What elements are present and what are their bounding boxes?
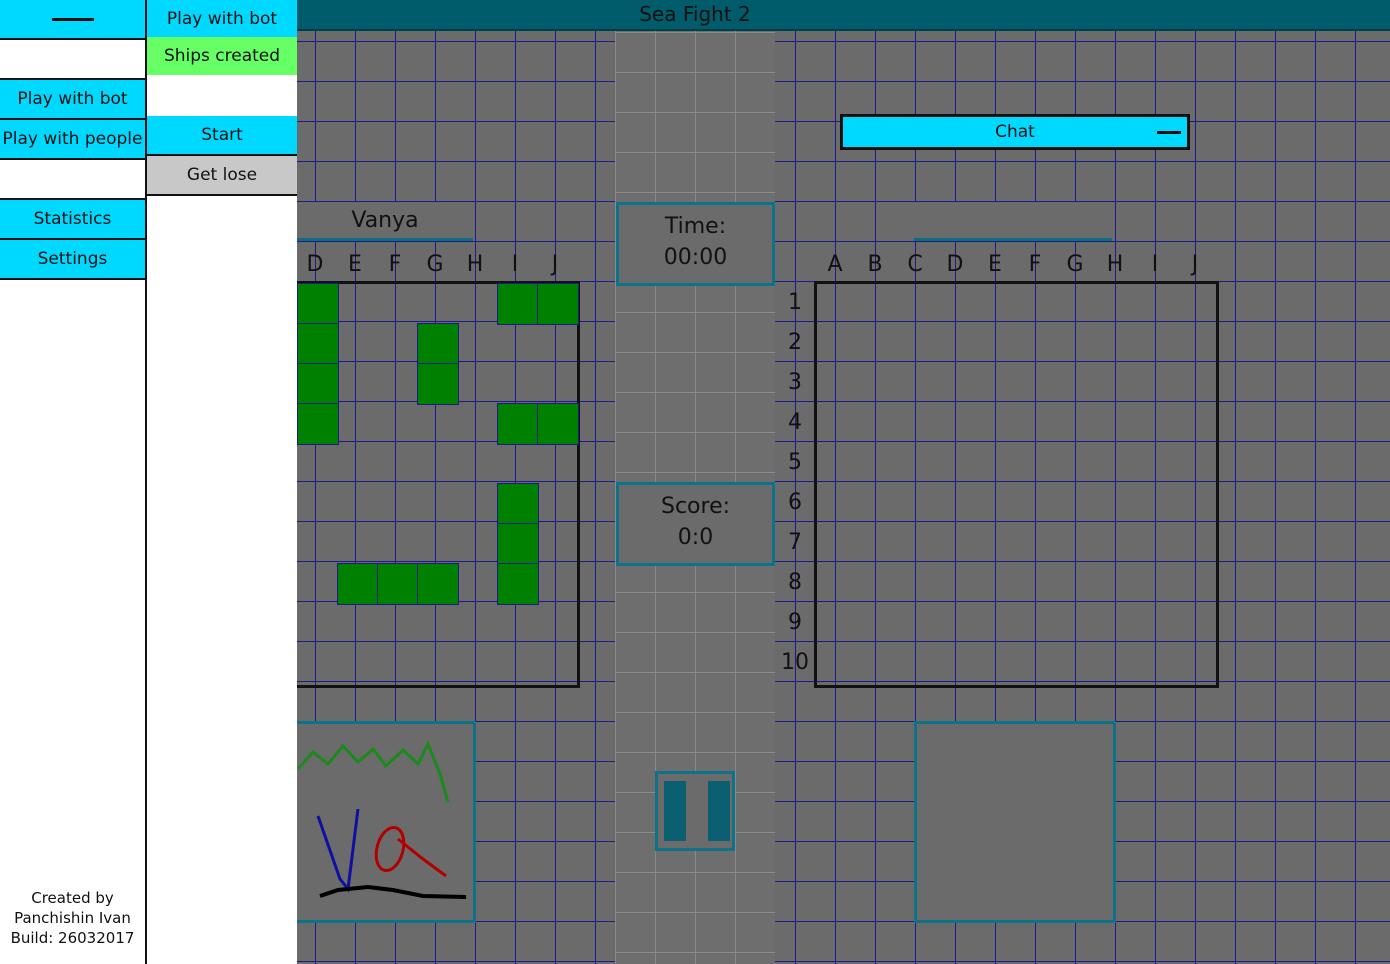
mode-title-label: Play with bot [166, 9, 278, 29]
opponent-column-header: A [827, 252, 843, 277]
player-column-header: E [348, 252, 362, 277]
game-menu: Play with bot Ships created Start Get lo… [147, 0, 297, 964]
hamburger-icon [51, 17, 94, 21]
ship-cell[interactable] [417, 363, 459, 405]
settings-button[interactable]: Settings [0, 240, 145, 280]
player-column-header: I [511, 252, 519, 277]
settings-label: Settings [37, 249, 108, 269]
ship-cell[interactable] [417, 563, 459, 605]
opponent-column-header: D [946, 252, 964, 277]
player-column-header: D [306, 252, 324, 277]
get-lose-label: Get lose [186, 165, 258, 185]
time-value: 00:00 [663, 245, 728, 270]
opponent-row-header: 2 [788, 330, 802, 355]
statistics-label: Statistics [33, 209, 112, 229]
opponent-row-header: 6 [788, 490, 802, 515]
pause-button[interactable] [655, 771, 735, 851]
player-column-header: F [388, 252, 402, 277]
opponent-column-header: C [907, 252, 923, 277]
get-lose-button[interactable]: Get lose [147, 156, 297, 196]
player-name: Vanya [351, 208, 419, 233]
player-board[interactable] [255, 281, 580, 688]
play-with-people-button[interactable]: Play with people [0, 120, 145, 160]
opponent-row-header: 8 [788, 570, 802, 595]
chat-button[interactable]: Chat [840, 114, 1190, 150]
opponent-name-field[interactable] [914, 202, 1112, 241]
player-name-field[interactable]: Vanya [297, 202, 473, 241]
build-number: Build: 26032017 [10, 929, 135, 947]
opponent-column-header: B [867, 252, 883, 277]
opponent-column-header: J [1191, 252, 1199, 277]
opponent-board[interactable] [814, 281, 1219, 688]
opponent-row-header: 1 [788, 290, 802, 315]
opponent-column-header: G [1066, 252, 1084, 277]
ship-cell[interactable] [497, 403, 539, 445]
play-with-bot-button[interactable]: Play with bot [0, 80, 145, 120]
play-with-people-label: Play with people [2, 129, 143, 149]
menu-spacer [147, 76, 297, 114]
ship-cell[interactable] [497, 283, 539, 325]
credits-line: Created by [31, 889, 114, 907]
menu-toggle-button[interactable] [0, 0, 145, 40]
opponent-column-header: H [1106, 252, 1124, 277]
ship-cell[interactable] [377, 563, 419, 605]
ship-cell[interactable] [497, 563, 539, 605]
credits-author: Panchishin Ivan [14, 909, 131, 927]
menu-spacer [0, 160, 145, 200]
ship-cell[interactable] [337, 563, 379, 605]
time-box: Time: 00:00 [616, 202, 775, 286]
score-label: Score: [660, 494, 731, 519]
app-title: Sea Fight 2 [639, 2, 751, 26]
ship-cell[interactable] [297, 283, 339, 325]
opponent-avatar[interactable] [914, 721, 1116, 923]
menu-spacer [0, 40, 145, 80]
opponent-row-header: 3 [788, 370, 802, 395]
opponent-row-header: 5 [788, 450, 802, 475]
pause-icon-right-bar [708, 781, 730, 841]
player-column-header: H [466, 252, 484, 277]
score-box: Score: 0:0 [616, 482, 775, 566]
opponent-column-header: F [1028, 252, 1042, 277]
ship-cell[interactable] [297, 363, 339, 405]
ship-cell[interactable] [537, 403, 579, 445]
ship-cell[interactable] [497, 483, 539, 525]
ship-cell[interactable] [537, 283, 579, 325]
statistics-button[interactable]: Statistics [0, 200, 145, 240]
play-with-bot-label: Play with bot [17, 89, 128, 109]
ships-created-label: Ships created [163, 46, 281, 66]
minimize-icon[interactable] [1157, 131, 1181, 134]
opponent-row-header: 10 [781, 650, 809, 675]
ship-cell[interactable] [297, 403, 339, 445]
player-column-header: J [551, 252, 559, 277]
main-menu: Play with bot Play with people Statistic… [0, 0, 147, 964]
pause-icon-left-bar [664, 781, 686, 841]
ship-cell[interactable] [297, 323, 339, 365]
start-label: Start [201, 125, 243, 145]
score-value: 0:0 [677, 525, 714, 550]
time-label: Time: [664, 214, 727, 239]
opponent-row-header: 4 [788, 410, 802, 435]
ship-cell[interactable] [417, 323, 459, 365]
opponent-row-header: 7 [788, 530, 802, 555]
mode-title: Play with bot [147, 0, 297, 40]
ship-cell[interactable] [497, 523, 539, 565]
opponent-row-header: 9 [788, 610, 802, 635]
start-button[interactable]: Start [147, 116, 297, 156]
opponent-column-header: E [988, 252, 1002, 277]
credits: Created by Panchishin Ivan Build: 260320… [0, 888, 145, 948]
opponent-column-header: I [1151, 252, 1159, 277]
chat-label: Chat [995, 122, 1035, 142]
player-column-header: G [426, 252, 444, 277]
ships-created-status: Ships created [147, 37, 297, 75]
